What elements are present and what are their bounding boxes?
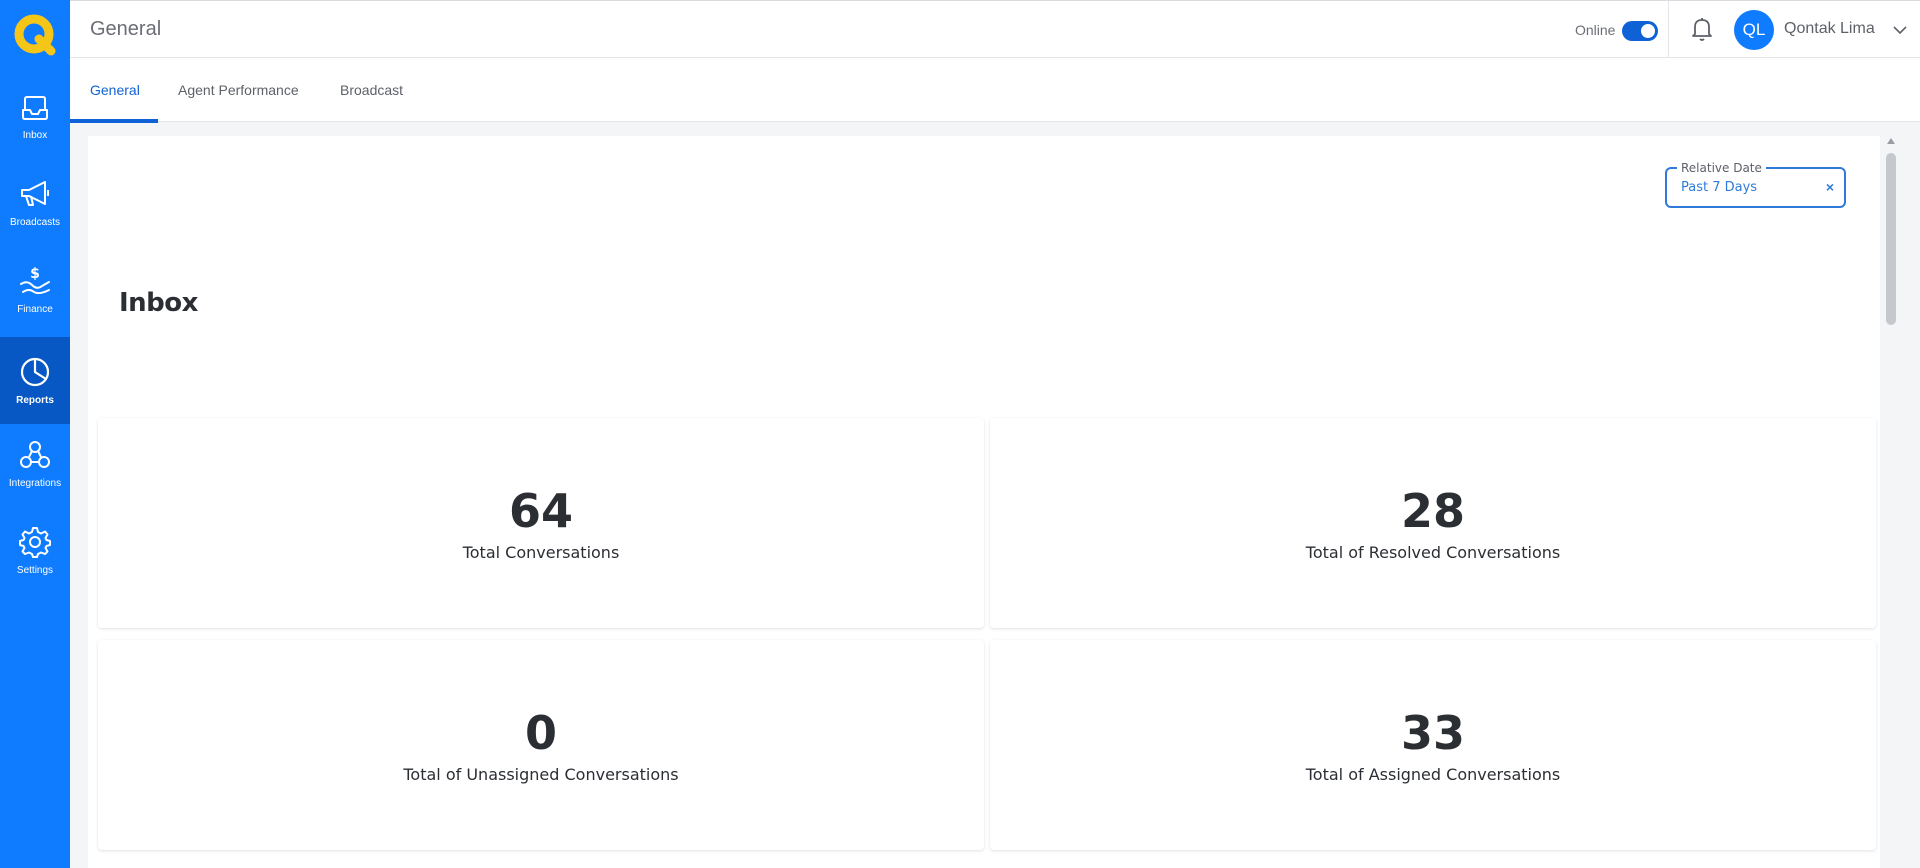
sidebar: Inbox Broadcasts $ Finance Reports Integ… bbox=[0, 0, 70, 868]
sidebar-item-label: Integrations bbox=[8, 478, 62, 489]
sidebar-item-settings[interactable]: Settings bbox=[0, 507, 70, 594]
section-title: Inbox bbox=[119, 288, 198, 318]
chevron-down-icon[interactable] bbox=[1892, 22, 1908, 38]
sidebar-item-reports[interactable]: Reports bbox=[0, 337, 70, 424]
scroll-up-icon[interactable] bbox=[1887, 138, 1895, 144]
tab-general[interactable]: General bbox=[70, 58, 160, 123]
clear-filter-button[interactable]: × bbox=[1826, 179, 1834, 195]
megaphone-icon bbox=[21, 181, 49, 206]
stat-value: 64 bbox=[508, 484, 573, 538]
bell-icon[interactable] bbox=[1690, 16, 1714, 42]
sidebar-item-label: Settings bbox=[16, 565, 54, 576]
sidebar-item-label: Inbox bbox=[22, 130, 48, 141]
stat-card-unassigned-conversations: 0 Total of Unassigned Conversations bbox=[98, 640, 984, 850]
sidebar-item-label: Broadcasts bbox=[9, 217, 61, 228]
tab-broadcast[interactable]: Broadcast bbox=[320, 58, 423, 122]
stat-card-assigned-conversations: 33 Total of Assigned Conversations bbox=[990, 640, 1876, 850]
tab-label: General bbox=[90, 82, 140, 98]
integrations-icon bbox=[20, 441, 50, 468]
scroll-thumb[interactable] bbox=[1886, 153, 1896, 325]
inbox-icon bbox=[22, 96, 48, 120]
content-scrollbar[interactable] bbox=[1884, 136, 1898, 868]
active-tab-indicator bbox=[70, 119, 158, 123]
top-bar: General Online QL Qontak Lima bbox=[70, 0, 1920, 59]
stat-value: 33 bbox=[1400, 706, 1465, 760]
stat-value: 0 bbox=[524, 706, 557, 760]
report-content: Relative Date Past 7 Days × Inbox 64 Tot… bbox=[88, 136, 1880, 868]
page-title: General bbox=[90, 18, 162, 40]
divider bbox=[1668, 1, 1669, 59]
stat-label: Total of Resolved Conversations bbox=[1305, 543, 1561, 562]
pie-chart-icon bbox=[20, 357, 50, 387]
sidebar-item-finance[interactable]: $ Finance bbox=[0, 246, 70, 333]
user-name[interactable]: Qontak Lima bbox=[1784, 20, 1875, 38]
filter-legend: Relative Date bbox=[1677, 161, 1766, 175]
stat-label: Total Conversations bbox=[462, 543, 620, 562]
stat-card-total-conversations: 64 Total Conversations bbox=[98, 418, 984, 628]
sidebar-item-integrations[interactable]: Integrations bbox=[0, 420, 70, 507]
toggle-knob bbox=[1641, 24, 1655, 38]
sidebar-item-label: Reports bbox=[16, 395, 54, 406]
avatar[interactable]: QL bbox=[1734, 10, 1774, 50]
filter-value: Past 7 Days bbox=[1681, 180, 1758, 195]
sidebar-item-inbox[interactable]: Inbox bbox=[0, 72, 70, 159]
finance-icon: $ bbox=[20, 266, 50, 295]
online-toggle[interactable] bbox=[1622, 21, 1658, 41]
sidebar-item-broadcasts[interactable]: Broadcasts bbox=[0, 159, 70, 246]
svg-text:$: $ bbox=[30, 266, 40, 282]
stat-card-resolved-conversations: 28 Total of Resolved Conversations bbox=[990, 418, 1876, 628]
stat-value: 28 bbox=[1400, 484, 1465, 538]
qontak-logo[interactable] bbox=[14, 14, 56, 56]
sidebar-item-label: Finance bbox=[17, 304, 53, 315]
relative-date-filter[interactable]: Relative Date Past 7 Days × bbox=[1665, 161, 1846, 208]
gear-icon bbox=[19, 527, 51, 558]
online-status-label: Online bbox=[1575, 22, 1616, 38]
tab-bar: General Agent Performance Broadcast bbox=[70, 58, 1920, 123]
tab-label: Agent Performance bbox=[178, 82, 299, 98]
stat-label: Total of Assigned Conversations bbox=[1305, 765, 1561, 784]
tab-label: Broadcast bbox=[340, 82, 404, 98]
stat-label: Total of Unassigned Conversations bbox=[403, 765, 679, 784]
tab-agent-performance[interactable]: Agent Performance bbox=[158, 58, 319, 122]
